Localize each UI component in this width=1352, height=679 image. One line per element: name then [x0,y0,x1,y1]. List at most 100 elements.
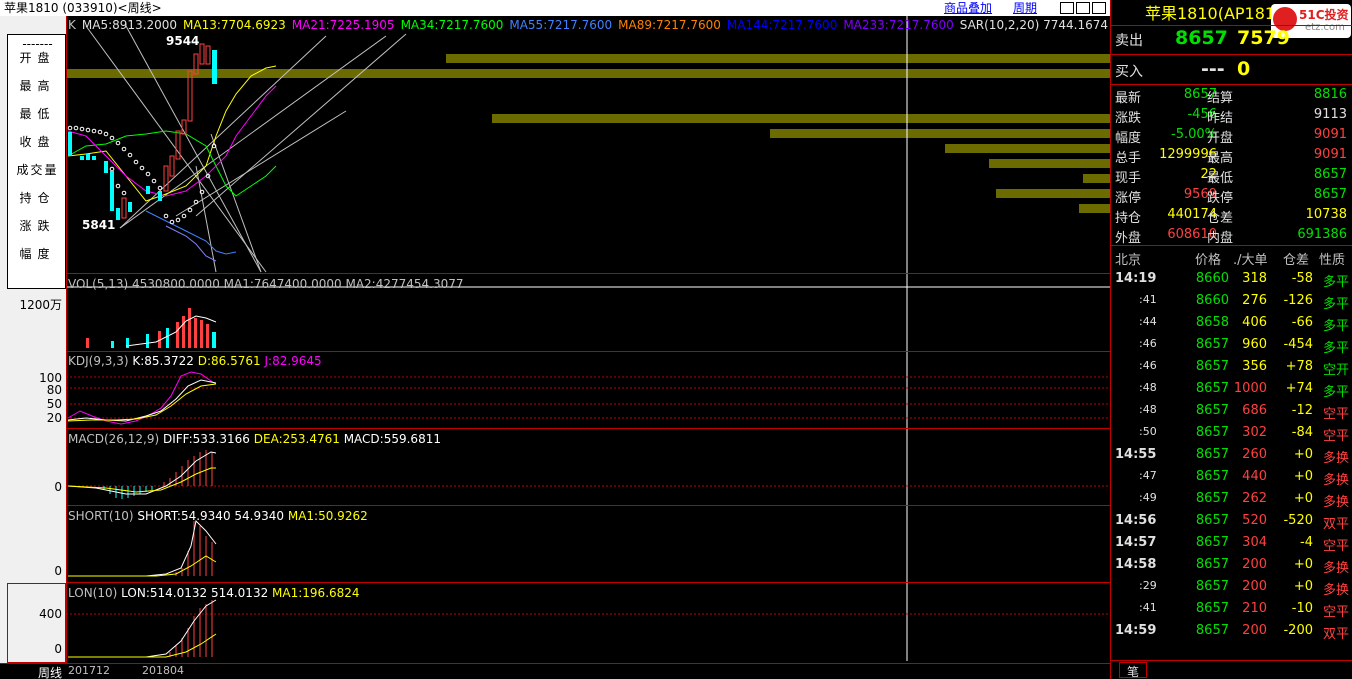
tab-ticks[interactable]: 笔 [1119,662,1147,679]
lon-legend: LON(10) LON:514.0132 514.0132 MA1:196.68… [68,586,360,600]
candle [128,202,132,212]
info-open: 开盘 [19,51,56,65]
tick-row[interactable]: 14:19 8660 318 -58 多平 [1111,270,1352,290]
buy-volume: 0 [1237,58,1251,80]
tick-row[interactable]: :47 8657 440 +0 多换 [1111,468,1352,488]
kdj-name: KDJ(9,3,3) [68,354,129,368]
stats-label: 最低 [1207,171,1234,186]
tick-volume: 200 [1242,623,1267,638]
tick-volume: 210 [1242,601,1267,616]
stats-value: 691386 [1297,227,1347,242]
tick-oi-change: -454 [1283,337,1313,352]
stats-value: 10738 [1305,207,1347,222]
kdj-d-value: D:86.5761 [197,354,261,368]
tick-time: :46 [1139,337,1157,350]
tick-price: 8657 [1195,469,1229,484]
stats-label: 开盘 [1207,131,1234,146]
stats-row: 最新 8657 结算 8816 [1111,86,1352,106]
tick-time: :49 [1139,491,1157,504]
tick-row[interactable]: 14:57 8657 304 -4 空平 [1111,534,1352,554]
short-value: SHORT:54.9340 [137,509,231,523]
tick-price: 8658 [1195,315,1229,330]
stats-row: 外盘 608610 内盘 691386 [1111,226,1352,246]
tick-nature: 多平 [1322,385,1349,400]
tick-volume: 406 [1242,315,1267,330]
tick-nature: 空平 [1322,429,1349,444]
tick-volume: 200 [1242,579,1267,594]
panel-divider [66,428,1110,429]
zoom-icon[interactable] [1092,2,1106,14]
ohlc-info-box: ------- 开盘 最高 最低 收盘 成交量 持仓 涨跌 幅度 [7,34,66,289]
macd-dea-value: DEA:253.4761 [253,432,340,446]
tick-row[interactable]: :46 8657 356 +78 空开 [1111,358,1352,378]
legend-item: MA89:7217.7600 [618,18,721,32]
tick-time: :48 [1139,381,1157,394]
tick-price: 8657 [1195,557,1229,572]
divider [1111,660,1352,661]
chart-svg: 9544 5841 [66,16,1110,661]
tick-nature: 多平 [1322,275,1349,290]
overlay-button[interactable]: 商品叠加 [944,0,992,16]
volume-profile [66,54,1110,213]
stats-value: 9113 [1313,107,1347,122]
macd-axis-zero: 0 [54,480,62,494]
tick-oi-change: -10 [1291,601,1313,616]
candle [116,208,120,220]
divider [1111,84,1352,85]
candle [212,50,217,84]
tick-row[interactable]: :44 8658 406 -66 多平 [1111,314,1352,334]
tick-oi-change: +78 [1285,359,1313,374]
tick-row[interactable]: 14:58 8657 200 +0 多换 [1111,556,1352,576]
tick-volume: 276 [1242,293,1267,308]
stats-label: 持仓 [1115,211,1142,226]
candle [199,43,205,65]
low-price-label: 5841 [82,218,115,232]
candle [205,45,211,65]
tick-row[interactable]: :48 8657 686 -12 空平 [1111,402,1352,422]
kdj-axis-20: 20 [46,411,62,425]
tick-price: 8657 [1195,579,1229,594]
panel-divider [66,351,1110,352]
tick-nature: 双平 [1322,627,1349,642]
info-amplitude: 幅度 [19,247,56,261]
tick-row[interactable]: 14:55 8657 260 +0 多换 [1111,446,1352,466]
tick-row[interactable]: :48 8657 1000 +74 多平 [1111,380,1352,400]
info-openinterest: 持仓 [19,191,56,205]
tick-row[interactable]: :41 8657 210 -10 空平 [1111,600,1352,620]
lon-side-frame [7,583,66,663]
chart-title: 苹果1810 (033910)<周线> [4,1,162,15]
tick-oi-change: +0 [1293,469,1313,484]
tick-row[interactable]: :41 8660 276 -126 多平 [1111,292,1352,312]
ma55-line [145,210,237,255]
lon-ma-value: MA1:196.6824 [272,586,360,600]
arrow-left-icon[interactable] [1060,2,1074,14]
short-name: SHORT(10) [68,509,134,523]
stats-label: 仓差 [1207,211,1234,226]
tick-row[interactable]: 14:56 8657 520 -520 双平 [1111,512,1352,532]
lon-value: LON:514.0132 [121,586,208,600]
divider [1111,245,1352,246]
tick-oi-change: -126 [1283,293,1313,308]
tick-price: 8657 [1195,601,1229,616]
tick-row[interactable]: :50 8657 302 -84 空平 [1111,424,1352,444]
tick-time: 14:56 [1115,513,1157,528]
legend-item: K [68,18,76,32]
period-button[interactable]: 周期 [1013,0,1037,16]
tick-price: 8657 [1195,513,1229,528]
x-tick-label: 201712 [68,664,110,677]
tick-row[interactable]: 14:59 8657 200 -200 双平 [1111,622,1352,642]
tick-time: 14:59 [1115,623,1157,638]
chart-area[interactable]: 9544 5841 K MA5:8913.2000 MA13:7704.6923… [66,16,1191,663]
tick-price: 8657 [1195,381,1229,396]
tick-volume: 318 [1242,271,1267,286]
stats-label: 昨结 [1207,111,1234,126]
info-high: 最高 [19,79,56,93]
tick-row[interactable]: :49 8657 262 +0 多换 [1111,490,1352,510]
tick-row[interactable]: :46 8657 960 -454 多平 [1111,336,1352,356]
arrow-right-icon[interactable] [1076,2,1090,14]
stats-label: 内盘 [1207,231,1234,246]
candle [146,186,150,194]
tick-volume: 520 [1242,513,1267,528]
tick-row[interactable]: :29 8657 200 +0 多换 [1111,578,1352,598]
kdj-axis-80: 80 [46,383,62,397]
